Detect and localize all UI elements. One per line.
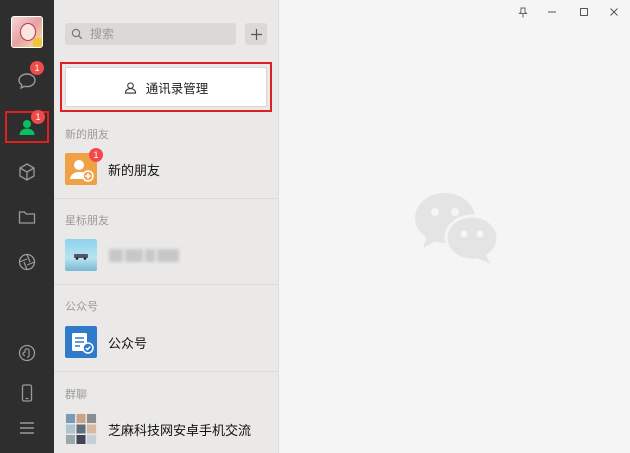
- contacts-panel: 通讯录管理 新的朋友 1 新的朋友 星标朋友 公众号 公众号 群聊: [54, 0, 279, 453]
- chat-badge: 1: [30, 61, 44, 75]
- new-friends-thumb: 1: [65, 148, 103, 185]
- section-title-starred: 星标朋友: [65, 214, 109, 227]
- list-item-new-friends[interactable]: 1 新的朋友: [54, 148, 279, 189]
- list-item-official-accounts[interactable]: 公众号: [54, 322, 279, 362]
- official-accounts-label: 公众号: [108, 336, 148, 352]
- starred-friend-avatar: [65, 239, 97, 271]
- maximize-icon: [580, 8, 588, 16]
- group-chat-label: 芝麻科技网安卓手机交流: [108, 423, 252, 439]
- folder-icon: [18, 211, 36, 224]
- section-title-official-accounts: 公众号: [65, 300, 98, 313]
- pin-icon: [518, 7, 528, 17]
- detail-pane: [279, 0, 630, 453]
- minimize-button[interactable]: [541, 4, 563, 20]
- car-image-icon: [74, 254, 88, 260]
- list-item-group-chat[interactable]: 芝麻科技网安卓手机交流: [54, 409, 279, 449]
- aperture-icon: [18, 253, 36, 271]
- wechat-logo-icon: [415, 193, 499, 264]
- new-friends-label: 新的朋友: [108, 163, 161, 179]
- group-chat-avatar: [65, 413, 97, 445]
- contacts-tab[interactable]: 1: [5, 110, 49, 143]
- add-button[interactable]: [245, 23, 267, 45]
- cube-icon: [19, 163, 35, 181]
- minimize-icon: [548, 11, 556, 13]
- user-avatar[interactable]: [11, 16, 43, 48]
- files-tab[interactable]: [0, 199, 54, 235]
- menu-tab[interactable]: [0, 410, 54, 446]
- section-title-group-chats: 群聊: [65, 388, 87, 401]
- contacts-manage-button[interactable]: 通讯录管理: [65, 67, 267, 107]
- close-icon: [610, 8, 618, 16]
- section-divider: [54, 198, 279, 199]
- search-input[interactable]: [88, 26, 228, 42]
- chat-tab[interactable]: 1: [0, 61, 54, 99]
- search-box[interactable]: [65, 23, 236, 45]
- section-title-new-friends: 新的朋友: [65, 128, 109, 141]
- official-accounts-thumb: [65, 326, 97, 358]
- nav-rail: 1 1: [0, 0, 54, 453]
- new-friends-badge: 1: [89, 148, 103, 162]
- plus-icon: [250, 28, 262, 40]
- person-outline-icon: [124, 81, 136, 94]
- starred-friend-name-blurred: [109, 248, 179, 262]
- group-avatar-grid-icon: [66, 414, 96, 444]
- manage-highlight: 通讯录管理: [60, 62, 272, 112]
- mini-program-icon: [18, 344, 36, 362]
- maximize-button[interactable]: [573, 4, 595, 20]
- phone-icon: [21, 384, 33, 402]
- section-divider: [54, 284, 279, 285]
- close-button[interactable]: [603, 4, 625, 20]
- section-divider: [54, 371, 279, 372]
- collections-tab[interactable]: [0, 154, 54, 190]
- moments-tab[interactable]: [0, 244, 54, 280]
- search-icon: [71, 28, 83, 40]
- contacts-badge: 1: [31, 110, 45, 124]
- contacts-manage-label: 通讯录管理: [145, 80, 209, 96]
- list-item-starred-friend[interactable]: [54, 235, 279, 275]
- pin-button[interactable]: [512, 4, 534, 20]
- hamburger-menu-icon: [20, 422, 34, 434]
- phone-tab[interactable]: [0, 375, 54, 411]
- official-account-icon: [72, 333, 94, 354]
- mini-programs-tab[interactable]: [0, 335, 54, 371]
- avatar-tag: [33, 38, 42, 47]
